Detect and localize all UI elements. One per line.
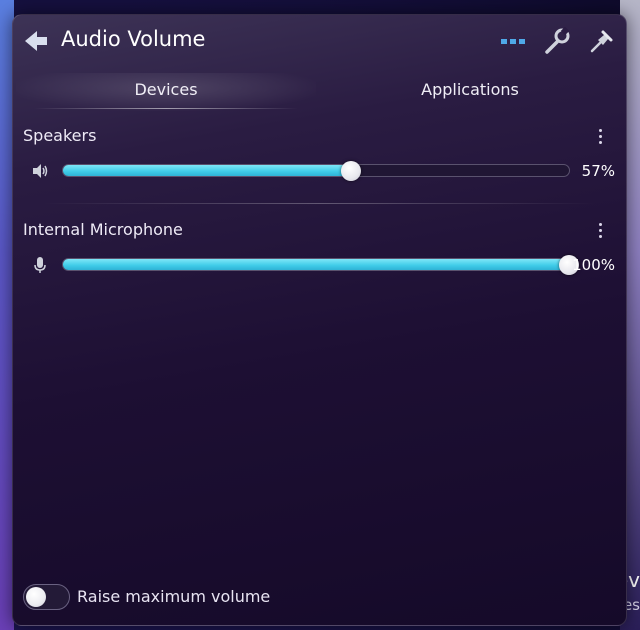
toggle-knob <box>26 587 46 607</box>
active-tab-indicator <box>34 108 298 109</box>
vertical-ellipsis-icon <box>598 223 602 226</box>
volume-percentage: 57% <box>581 162 615 180</box>
panel-header: Audio Volume <box>13 15 626 67</box>
more-options-button[interactable] <box>499 27 527 55</box>
volume-slider-fill <box>63 259 569 270</box>
microphone-icon <box>34 257 46 273</box>
tab-bar: Devices Applications <box>13 73 626 113</box>
mute-toggle-button[interactable] <box>31 162 49 180</box>
volume-slider[interactable] <box>62 161 570 181</box>
pin-icon <box>590 30 613 53</box>
volume-slider[interactable] <box>62 255 579 275</box>
horizontal-ellipsis-icon <box>501 39 525 44</box>
configure-button[interactable] <box>543 26 571 55</box>
tab-devices-label: Devices <box>134 80 198 99</box>
tab-devices[interactable]: Devices <box>16 73 316 111</box>
back-button[interactable] <box>23 28 49 54</box>
device-options-button[interactable] <box>594 126 606 146</box>
device-divider <box>43 203 596 204</box>
volume-slider-handle[interactable] <box>341 161 362 181</box>
vertical-ellipsis-icon <box>598 129 602 132</box>
back-arrow-icon <box>25 31 47 51</box>
device-name: Internal Microphone <box>23 220 183 239</box>
speaker-icon <box>33 164 48 178</box>
volume-percentage: 100% <box>572 256 615 274</box>
mute-toggle-button[interactable] <box>31 256 49 274</box>
pin-button[interactable] <box>588 27 616 55</box>
device-internal-microphone: Internal Microphone 100% <box>13 220 626 310</box>
raise-maximum-volume-toggle[interactable] <box>23 584 70 610</box>
tab-applications-label: Applications <box>421 80 519 99</box>
wrench-icon <box>545 26 570 54</box>
audio-volume-panel: Audio Volume Devices Applications Speake… <box>12 14 627 626</box>
device-name: Speakers <box>23 126 97 145</box>
device-options-button[interactable] <box>594 220 606 240</box>
raise-maximum-volume-label: Raise maximum volume <box>77 587 271 606</box>
volume-slider-fill <box>63 165 352 176</box>
page-title: Audio Volume <box>61 27 206 51</box>
tab-applications[interactable]: Applications <box>320 73 620 111</box>
